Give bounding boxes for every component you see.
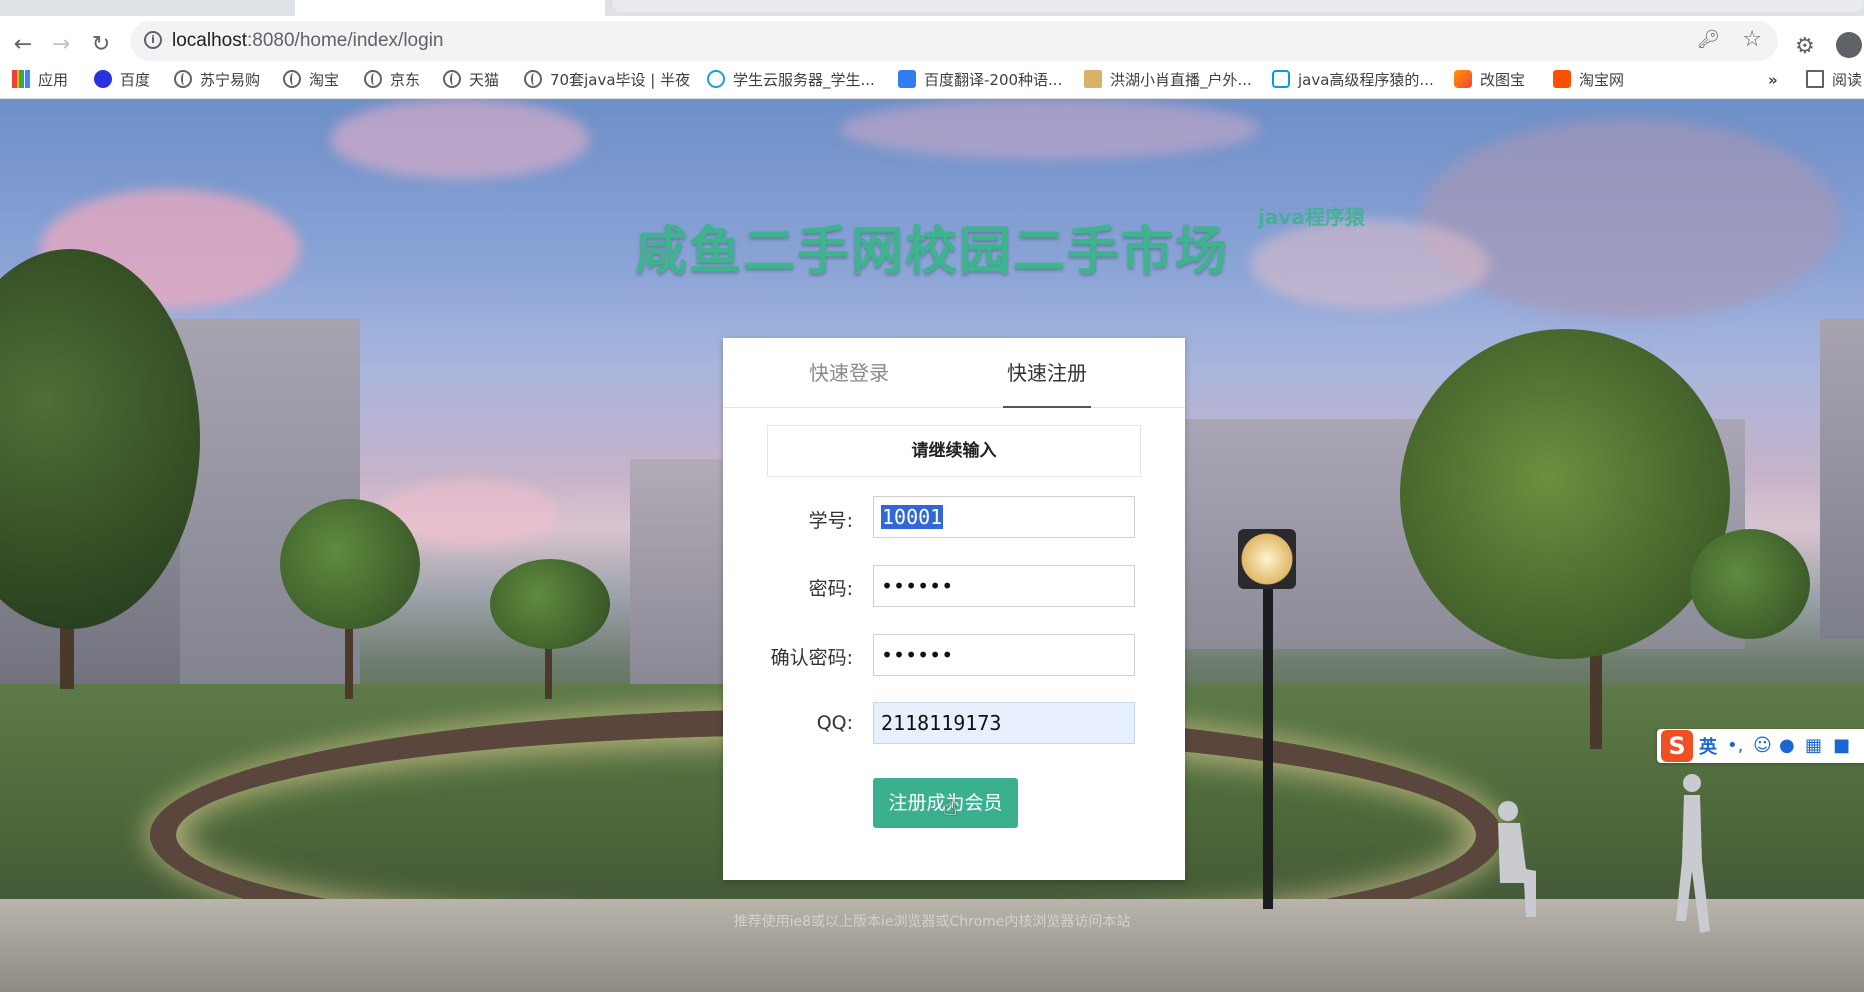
taobao-icon <box>1553 70 1571 88</box>
bookmark-honghu-live[interactable]: 洪湖小肖直播_户外... <box>1084 62 1252 98</box>
bookmark-label: 苏宁易购 <box>200 71 261 89</box>
tab-strip <box>0 0 1864 16</box>
sogou-logo-icon[interactable]: S <box>1661 730 1693 762</box>
bookmark-label: 改图宝 <box>1480 71 1526 89</box>
punctuation-icon[interactable]: •, <box>1727 735 1743 756</box>
globe-icon <box>364 70 382 88</box>
bookmark-baidu-translate[interactable]: 百度翻译-200种语... <box>898 62 1062 98</box>
bookmark-label: 70套java毕设 | 半夜 <box>550 71 691 89</box>
tab-quick-register[interactable]: 快速注册 <box>1003 356 1091 408</box>
street-lamp <box>1238 529 1296 589</box>
confirm-password-label: 确认密码: <box>770 647 853 669</box>
tab-quick-login[interactable]: 快速登录 <box>809 356 889 406</box>
feather-icon <box>1084 70 1102 88</box>
seated-person-silhouette <box>1498 801 1536 917</box>
student-id-label: 学号: <box>808 510 853 532</box>
apps-grid-icon <box>12 70 30 88</box>
active-browser-tab[interactable] <box>295 0 605 16</box>
url-text[interactable]: localhost:8080/home/index/login <box>172 30 443 52</box>
globe-icon <box>174 70 192 88</box>
page-title: 咸鱼二手网校园二手市场 <box>634 222 1229 282</box>
student-id-input[interactable]: 10001 <box>873 496 1135 538</box>
reload-icon[interactable]: ↻ <box>88 32 114 58</box>
orange-square-icon <box>1454 70 1472 88</box>
bookmark-suning[interactable]: 苏宁易购 <box>174 62 260 98</box>
back-arrow-icon[interactable]: ← <box>10 32 36 58</box>
emoji-icon[interactable]: ☺ <box>1753 735 1772 756</box>
profile-avatar-icon[interactable] <box>1836 32 1862 58</box>
bookmark-label: 淘宝网 <box>1579 71 1625 89</box>
bookmark-apps[interactable]: 应用 <box>12 62 68 98</box>
tree <box>1400 329 1730 659</box>
bookmarks-bar: 应用 百度 苏宁易购 淘宝 京东 天猫 70套java毕设 | 半夜 学生云服务… <box>0 62 1864 99</box>
lamp-post <box>1263 579 1273 909</box>
bookmark-gaitubao[interactable]: 改图宝 <box>1454 62 1525 98</box>
globe-icon <box>443 70 461 88</box>
bookmark-label: 洪湖小肖直播_户外... <box>1110 71 1252 89</box>
reading-list[interactable]: 阅读 <box>1806 62 1862 98</box>
site-info-icon[interactable]: i <box>144 31 162 49</box>
reading-list-label: 阅读 <box>1832 71 1863 89</box>
keyboard-icon[interactable]: ▦ <box>1805 735 1822 756</box>
reading-list-icon <box>1806 70 1824 88</box>
bookmark-label: java高级程序猿的... <box>1298 71 1434 89</box>
bookmark-label: 淘宝 <box>309 71 340 89</box>
cloud-icon <box>707 70 725 88</box>
auth-tabs: 快速登录 快速注册 <box>723 338 1185 408</box>
page-subtitle: java程序猿 <box>1258 205 1365 229</box>
bookmark-student-cloud[interactable]: 学生云服务器_学生... <box>707 62 875 98</box>
translate-icon <box>898 70 916 88</box>
bookmark-bilibili[interactable]: java高级程序猿的... <box>1272 62 1434 98</box>
qq-label: QQ: <box>816 712 853 734</box>
bookmark-label: 京东 <box>390 71 421 89</box>
tree <box>1690 529 1810 639</box>
ime-language-toggle[interactable]: 英 <box>1699 733 1717 759</box>
right-building <box>1820 319 1864 639</box>
student-id-value: 10001 <box>881 505 944 529</box>
browser-recommendation-note: 推荐使用ie8或以上版本ie浏览器或Chrome内核浏览器访问本站 <box>733 914 1131 930</box>
ime-toolbar[interactable]: S 英 •, ☺ ● ▦ ■ <box>1657 729 1864 763</box>
form-notice: 请继续输入 <box>767 425 1141 477</box>
forward-arrow-icon[interactable]: → <box>48 32 74 58</box>
globe-icon <box>283 70 301 88</box>
password-input[interactable]: •••••• <box>873 565 1135 607</box>
bookmark-taobao-net[interactable]: 淘宝网 <box>1553 62 1624 98</box>
bookmark-label: 应用 <box>38 71 69 89</box>
inactive-browser-tab[interactable] <box>612 0 1864 12</box>
bookmark-label: 百度翻译-200种语... <box>924 71 1063 89</box>
bookmark-label: 天猫 <box>469 71 500 89</box>
tree <box>490 559 610 649</box>
password-label: 密码: <box>808 578 853 600</box>
bookmark-java-projects[interactable]: 70套java毕设 | 半夜 <box>524 62 690 98</box>
qq-input[interactable]: 2118119173 <box>873 702 1135 744</box>
page-background: 咸鱼二手网校园二手市场 java程序猿 快速登录 快速注册 请继续输入 学号: … <box>0 99 1864 992</box>
bookmark-taobao[interactable]: 淘宝 <box>283 62 339 98</box>
bookmark-baidu[interactable]: 百度 <box>94 62 150 98</box>
key-icon[interactable]: 🔑︎ <box>1697 29 1720 50</box>
bilibili-icon <box>1272 70 1290 88</box>
confirm-password-input[interactable]: •••••• <box>873 634 1135 676</box>
ime-settings-icon[interactable]: ■ <box>1833 735 1850 756</box>
tree <box>280 499 420 629</box>
pink-cloud <box>330 99 590 179</box>
bookmark-jd[interactable]: 京东 <box>364 62 420 98</box>
login-register-card: 快速登录 快速注册 请继续输入 学号: 10001 密码: •••••• 确认密… <box>723 338 1185 880</box>
bookmark-label: 百度 <box>120 71 151 89</box>
bookmark-label: 学生云服务器_学生... <box>733 71 875 89</box>
hand-cursor-icon: ☝ <box>943 793 958 821</box>
bookmarks-overflow-chevron-icon[interactable]: » <box>1768 62 1778 98</box>
bookmark-star-icon[interactable]: ☆ <box>1742 27 1762 52</box>
bookmark-tmall[interactable]: 天猫 <box>443 62 499 98</box>
microphone-icon[interactable]: ● <box>1779 735 1795 756</box>
extensions-puzzle-icon[interactable]: ⚙ <box>1795 34 1815 59</box>
baidu-paw-icon <box>94 70 112 88</box>
globe-icon <box>524 70 542 88</box>
pink-cloud <box>840 99 1260 159</box>
address-bar[interactable]: i localhost:8080/home/index/login 🔑︎ ☆ <box>130 21 1778 61</box>
